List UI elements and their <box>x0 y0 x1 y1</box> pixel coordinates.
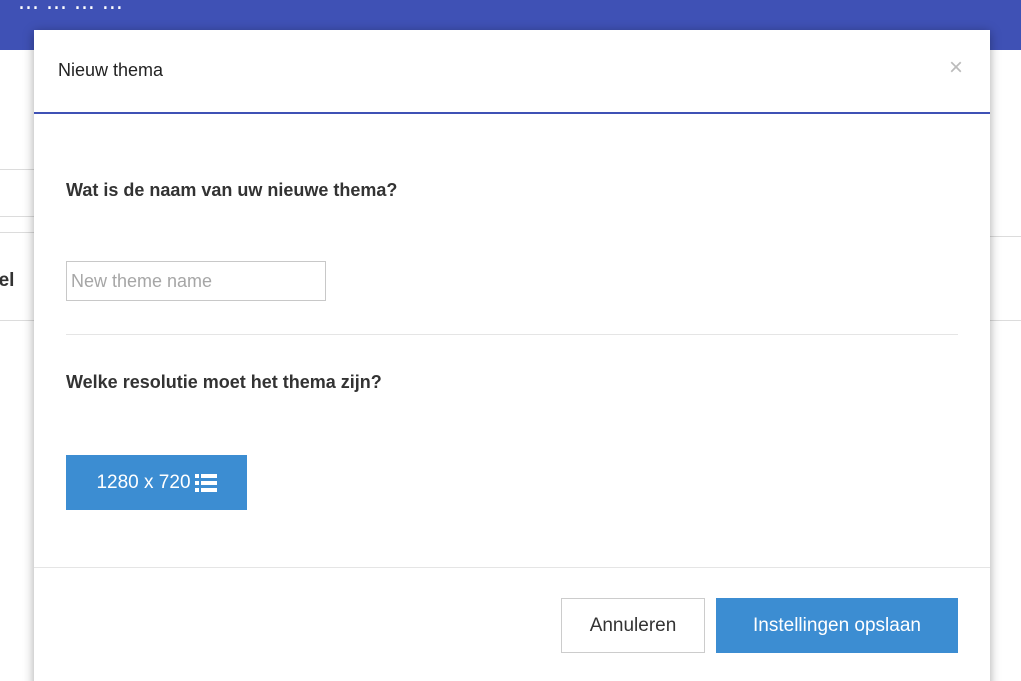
theme-name-input[interactable] <box>66 261 326 301</box>
dialog-title: Nieuw thema <box>58 60 164 80</box>
theme-name-question: Wat is de naam van uw nieuwe thema? <box>66 180 398 200</box>
save-settings-button[interactable]: Instellingen opslaan <box>716 598 958 653</box>
resolution-dropdown-button[interactable]: 1280 x 720 <box>66 455 247 510</box>
background-partial-label: eel <box>0 270 15 291</box>
footer-divider <box>34 567 990 568</box>
resolution-question: Welke resolutie moet het thema zijn? <box>66 372 382 392</box>
new-theme-dialog: Nieuw thema × Wat is de naam van uw nieu… <box>34 30 990 681</box>
background-divider <box>0 320 34 321</box>
background-divider <box>0 216 34 217</box>
close-icon[interactable]: × <box>944 56 968 80</box>
section-divider <box>66 334 958 335</box>
background-divider <box>0 232 34 233</box>
background-divider <box>990 236 1021 237</box>
list-icon <box>194 473 217 493</box>
background-divider <box>990 320 1021 321</box>
background-divider <box>0 169 34 170</box>
resolution-button-label: 1280 x 720 <box>96 471 191 493</box>
dialog-header: Nieuw thema × <box>34 30 990 114</box>
cancel-button[interactable]: Annuleren <box>561 598 705 653</box>
background-topbar-text: ... ... ... ... <box>18 0 123 15</box>
